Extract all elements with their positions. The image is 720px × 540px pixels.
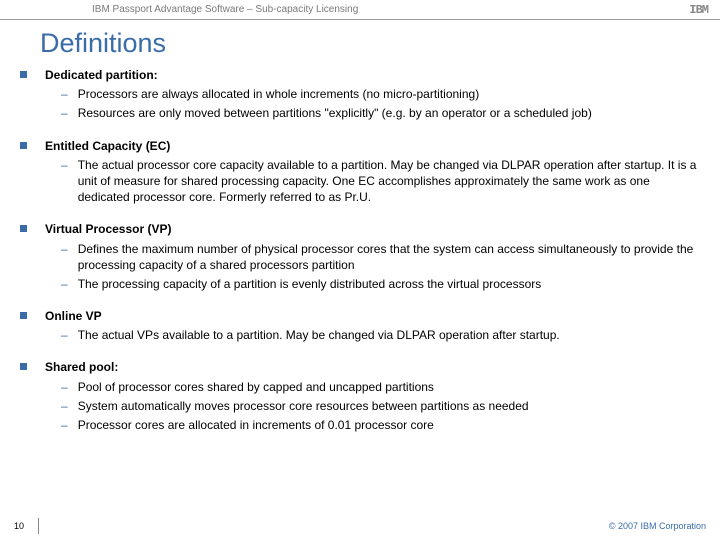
square-bullet-icon [20, 71, 27, 78]
definition-body: Virtual Processor (VP) – Defines the max… [45, 221, 700, 292]
sub-item: – Resources are only moved between parti… [45, 105, 700, 121]
definition-block: Shared pool: – Pool of processor cores s… [20, 359, 700, 433]
footer-divider [38, 518, 39, 534]
definition-block: Dedicated partition: – Processors are al… [20, 67, 700, 122]
sub-item: – Pool of processor cores shared by capp… [45, 379, 700, 395]
sub-text: System automatically moves processor cor… [78, 398, 700, 414]
definition-body: Online VP – The actual VPs available to … [45, 308, 700, 343]
definition-body: Dedicated partition: – Processors are al… [45, 67, 700, 122]
dash-icon: – [61, 157, 68, 206]
definition-block: Entitled Capacity (EC) – The actual proc… [20, 138, 700, 206]
dash-icon: – [61, 86, 68, 102]
sub-item: – The actual processor core capacity ava… [45, 157, 700, 206]
sub-text: Resources are only moved between partiti… [78, 105, 700, 121]
content-area: Dedicated partition: – Processors are al… [0, 67, 720, 433]
square-bullet-icon [20, 225, 27, 232]
sub-text: The actual VPs available to a partition.… [78, 327, 700, 343]
slide-title: Definitions [40, 28, 720, 59]
dash-icon: – [61, 417, 68, 433]
definition-term: Shared pool: [45, 360, 118, 374]
header-title: IBM Passport Advantage Software – Sub-ca… [92, 4, 358, 15]
sub-text: Defines the maximum number of physical p… [78, 241, 700, 273]
sub-item: – System automatically moves processor c… [45, 398, 700, 414]
definition-body: Entitled Capacity (EC) – The actual proc… [45, 138, 700, 206]
sub-item: – The processing capacity of a partition… [45, 276, 700, 292]
dash-icon: – [61, 327, 68, 343]
definition-block: Online VP – The actual VPs available to … [20, 308, 700, 343]
definition-term: Virtual Processor (VP) [45, 222, 172, 236]
square-bullet-icon [20, 363, 27, 370]
dash-icon: – [61, 379, 68, 395]
dash-icon: – [61, 276, 68, 292]
ibm-logo: IBM [689, 3, 708, 17]
definition-block: Virtual Processor (VP) – Defines the max… [20, 221, 700, 292]
square-bullet-icon [20, 312, 27, 319]
definition-term: Online VP [45, 309, 102, 323]
square-bullet-icon [20, 142, 27, 149]
definition-body: Shared pool: – Pool of processor cores s… [45, 359, 700, 433]
sub-item: – Defines the maximum number of physical… [45, 241, 700, 273]
sub-item: – Processors are always allocated in who… [45, 86, 700, 102]
dash-icon: – [61, 398, 68, 414]
sub-item: – Processor cores are allocated in incre… [45, 417, 700, 433]
definition-term: Entitled Capacity (EC) [45, 139, 170, 153]
dash-icon: – [61, 105, 68, 121]
sub-item: – The actual VPs available to a partitio… [45, 327, 700, 343]
sub-text: The actual processor core capacity avail… [78, 157, 700, 206]
slide-footer: 10 © 2007 IBM Corporation [0, 518, 720, 534]
slide-header: IBM Passport Advantage Software – Sub-ca… [0, 0, 720, 20]
copyright-text: © 2007 IBM Corporation [609, 521, 706, 531]
sub-text: Pool of processor cores shared by capped… [78, 379, 700, 395]
definition-term: Dedicated partition: [45, 68, 158, 82]
dash-icon: – [61, 241, 68, 273]
sub-text: Processor cores are allocated in increme… [78, 417, 700, 433]
page-number: 10 [14, 521, 36, 531]
sub-text: The processing capacity of a partition i… [78, 276, 700, 292]
sub-text: Processors are always allocated in whole… [78, 86, 700, 102]
